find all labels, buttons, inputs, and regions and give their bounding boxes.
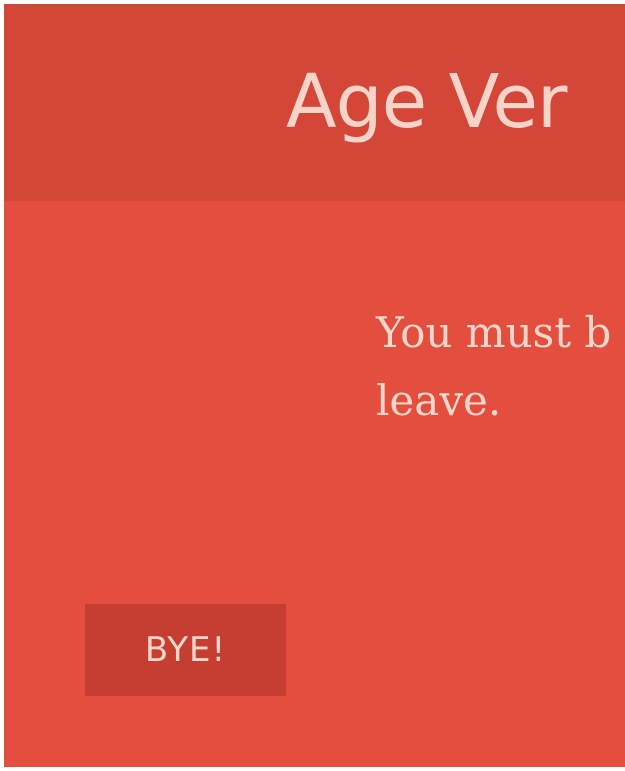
bye-button[interactable]: BYE! bbox=[85, 604, 286, 696]
age-verification-message: You must b store. If you leave. bbox=[376, 308, 625, 425]
dialog-header: Age Ver bbox=[4, 4, 625, 201]
dialog-title: Age Ver bbox=[286, 59, 567, 145]
age-verification-dialog: Age Ver You must b store. If you leave. … bbox=[4, 4, 625, 767]
